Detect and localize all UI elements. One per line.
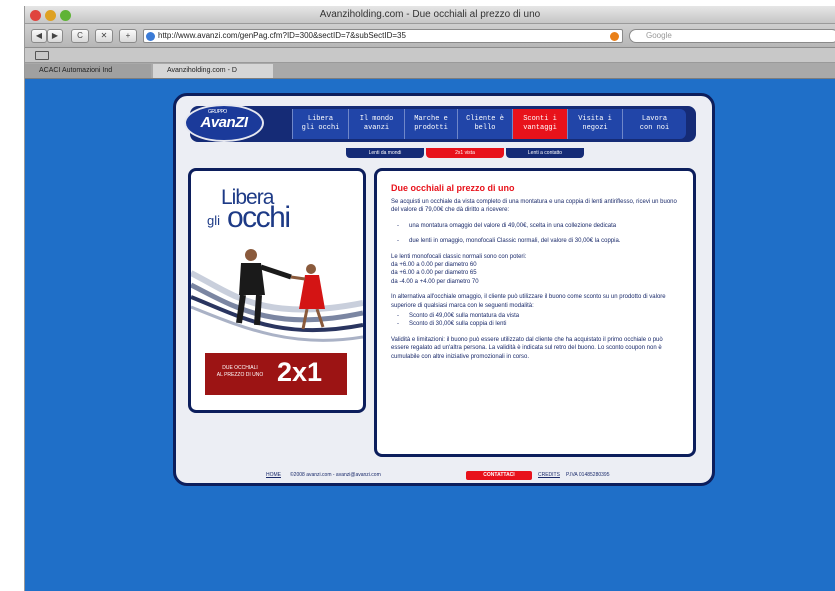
footer-home-link[interactable]: HOME	[266, 471, 281, 480]
subnav-lenti-mondi[interactable]: Lenti da mondi	[346, 148, 424, 158]
nav-libera-gli-occhi[interactable]: Libera gli occhi	[292, 109, 348, 139]
bookmarks-bar	[25, 48, 835, 63]
add-bookmark-button[interactable]: +	[119, 29, 137, 43]
dancers-illustration	[191, 249, 363, 342]
tab-bar: ACACI Automazioni Ind Avanziholding.com …	[25, 63, 835, 79]
list-item: due lenti in omaggio, monofocali Classic…	[391, 237, 679, 246]
browser-toolbar: ◀ ▶ C ✕ + http://www.avanzi.com/genPag.c…	[25, 24, 835, 48]
avanzi-logo[interactable]: GRUPPO AvanZI	[184, 104, 264, 142]
subnav-2x1-vista[interactable]: 2x1 vista	[426, 148, 504, 158]
nav-sconti-vantaggi[interactable]: Sconti i vantaggi	[512, 109, 567, 139]
tab-label: ACACI Automazioni Ind	[39, 67, 113, 74]
nav-il-mondo-avanzi[interactable]: Il mondo avanzi	[348, 109, 404, 139]
search-input[interactable]: Google	[629, 29, 835, 43]
favicon-icon	[146, 32, 155, 41]
lenti-item: da -4.00 a +4.00 per diametro 70	[391, 278, 479, 285]
rss-icon[interactable]	[610, 32, 619, 41]
sconto-item: Sconto di 30,00€ sulla coppia di lenti	[391, 320, 679, 329]
validita-text: Validità e limitazioni: il buono può ess…	[391, 336, 663, 360]
intro-text: Se acquisti un occhiale da vista complet…	[391, 199, 677, 214]
footer-copyright[interactable]: ©2008 avanzi.com - avanzi@avanzi.com	[290, 471, 381, 480]
promo-badge: DUE OCCHIALI AL PREZZO DI UNO 2x1	[205, 353, 347, 395]
lenti-item: da +6.00 a 0.00 per diametro 60	[391, 262, 477, 269]
bookmarks-icon[interactable]	[35, 51, 49, 60]
main-nav: Libera gli occhi Il mondo avanzi Marche …	[190, 106, 696, 142]
promo-gli: gli	[207, 213, 221, 228]
lenti-item: da +6.00 a 0.00 per diametro 65	[391, 270, 477, 277]
title-bar: Avanziholding.com - Due occhiali al prez…	[25, 6, 835, 24]
web-page: Libera gli occhi Il mondo avanzi Marche …	[25, 80, 835, 591]
list-item: una montatura omaggio del valore di 49,0…	[391, 222, 679, 231]
browser-window: Avanziholding.com - Due occhiali al prez…	[24, 6, 835, 591]
site-footer: HOME ©2008 avanzi.com - avanzi@avanzi.co…	[176, 469, 712, 481]
footer-piva: P.IVA 01485280395	[566, 472, 610, 478]
tab-avanziholding[interactable]: Avanziholding.com - D	[153, 64, 273, 78]
stop-button[interactable]: ✕	[95, 29, 113, 43]
tab-acaci[interactable]: ACACI Automazioni Ind	[25, 64, 151, 78]
forward-button[interactable]: ▶	[47, 29, 63, 43]
lenti-title: Le lenti monofocali classic normali sono…	[391, 253, 527, 260]
badge-text: DUE OCCHIALI AL PREZZO DI UNO	[216, 365, 264, 378]
reload-button[interactable]: C	[71, 29, 89, 43]
url-text: http://www.avanzi.com/genPag.cfm?ID=300&…	[158, 31, 406, 40]
logo-text: AvanZI	[200, 114, 248, 131]
content-panel: Due occhiali al prezzo di uno Se acquist…	[374, 168, 696, 457]
footer-credits-link[interactable]: CREDITS	[538, 471, 560, 480]
contattaci-button[interactable]: CONTATTACI	[466, 471, 532, 480]
back-button[interactable]: ◀	[31, 29, 47, 43]
promo-occhi: occhi	[227, 201, 291, 234]
site-frame: Libera gli occhi Il mondo avanzi Marche …	[173, 93, 715, 486]
badge-2x1: 2x1	[277, 357, 323, 387]
sconto-item: Sconto di 49,00€ sulla montatura da vist…	[391, 312, 679, 321]
address-bar[interactable]: http://www.avanzi.com/genPag.cfm?ID=300&…	[143, 29, 623, 43]
content-heading: Due occhiali al prezzo di uno	[391, 183, 515, 193]
tab-label: Avanziholding.com - D	[167, 67, 237, 74]
logo-group-label: GRUPPO	[208, 109, 227, 115]
subnav-lenti-contatto[interactable]: Lenti a contatto	[506, 148, 584, 158]
promo-banner[interactable]: Libera gli occhi DUE OCCHIALI AL PREZZO …	[188, 168, 366, 413]
nav-cliente-bello[interactable]: Cliente è bello	[457, 109, 512, 139]
search-placeholder: Google	[646, 31, 672, 40]
window-title: Avanziholding.com - Due occhiali al prez…	[319, 9, 541, 20]
alternativa-text: In alternativa all'occhiale omaggio, il …	[391, 294, 666, 309]
nav-marche-prodotti[interactable]: Marche e prodotti	[404, 109, 457, 139]
nav-lavora-con-noi[interactable]: Lavora con noi	[622, 109, 686, 139]
nav-visita-negozi[interactable]: Visita i negozi	[567, 109, 622, 139]
